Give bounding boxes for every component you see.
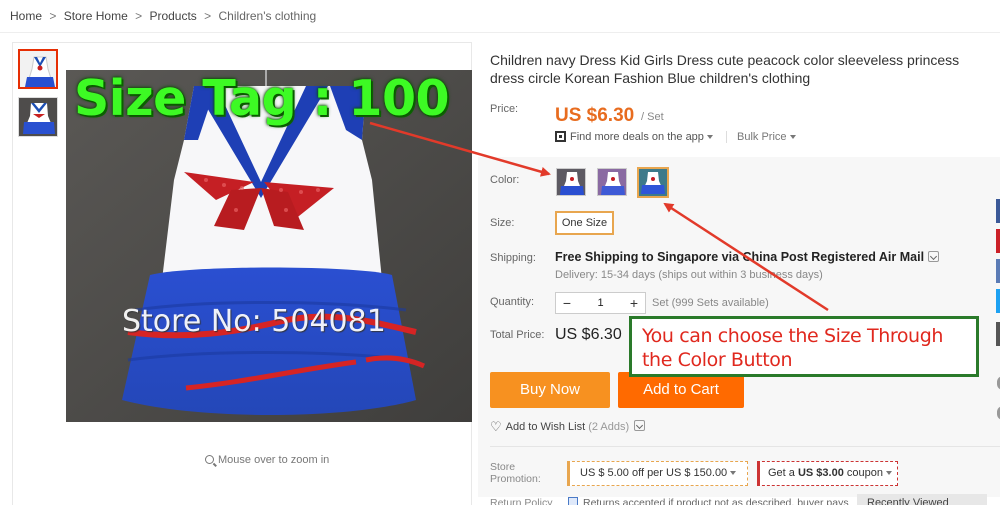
breadcrumb-store-home[interactable]: Store Home: [64, 9, 128, 23]
price-unit: / Set: [641, 111, 664, 123]
size-tag-overlay-text: Size Tag : 100: [74, 70, 450, 127]
swatch-dress-image: [557, 169, 585, 195]
total-price: US $6.30: [555, 326, 622, 343]
coupon-prefix: Get a: [768, 467, 798, 479]
breadcrumb-home[interactable]: Home: [10, 9, 42, 23]
quantity-label: Quantity:: [490, 296, 535, 308]
magnifier-icon: [205, 455, 214, 464]
chevron-down-icon: [730, 471, 737, 475]
size-label: Size:: [490, 217, 515, 229]
chevron-down-icon: [634, 420, 646, 431]
bulk-price-link[interactable]: Bulk Price: [726, 131, 796, 143]
swatch-dress-image: [639, 169, 667, 196]
store-promotion-label-line1: Store: [490, 461, 516, 473]
breadcrumb-current: Children's clothing: [218, 9, 317, 23]
coupon-suffix: coupon: [843, 467, 883, 479]
dress-thumbnail-image: [19, 98, 57, 136]
return-policy: Returns accepted if product not as descr…: [568, 497, 849, 505]
store-discount-promo[interactable]: US $ 5.00 off per US $ 150.00: [567, 461, 748, 486]
bulk-price-text: Bulk Price: [737, 131, 787, 143]
chevron-down-icon: [886, 471, 892, 475]
store-discount-text: US $ 5.00 off per US $ 150.00: [580, 467, 728, 479]
dress-thumbnail-image: [20, 51, 56, 87]
pinterest-share-icon[interactable]: [996, 229, 1000, 253]
share-icon[interactable]: [996, 322, 1000, 346]
section-divider: [490, 446, 1000, 447]
product-title: Children navy Dress Kid Girls Dress cute…: [490, 52, 960, 86]
vk-share-icon[interactable]: [996, 259, 1000, 283]
wishlist-count: (2 Adds): [588, 421, 630, 433]
qr-code-icon: [555, 131, 566, 142]
chevron-down-icon: [789, 135, 796, 139]
chevron-down-icon: [928, 251, 940, 262]
header-divider: [0, 32, 1000, 33]
product-price: US $6.30: [555, 105, 635, 126]
shipping-method-text: Free Shipping to Singapore via China Pos…: [555, 250, 925, 264]
breadcrumb: Home > Store Home > Products > Children'…: [10, 9, 316, 23]
swatch-dress-image: [598, 169, 626, 195]
breadcrumb-products[interactable]: Products: [149, 9, 196, 23]
quantity-decrease-button[interactable]: −: [556, 293, 578, 313]
shipping-label: Shipping:: [490, 252, 536, 264]
breadcrumb-separator: >: [49, 9, 57, 23]
quantity-stepper: − +: [555, 292, 646, 314]
annotation-callout: You can choose the Size Through the Colo…: [629, 316, 979, 377]
zoom-hint-text: Mouse over to zoom in: [218, 454, 330, 466]
color-swatch-3-selected[interactable]: [637, 167, 669, 198]
return-policy-icon: [568, 497, 578, 505]
coupon-promo[interactable]: Get a US $3.00 coupon: [757, 461, 898, 486]
add-to-cart-button[interactable]: Add to Cart: [618, 372, 744, 408]
return-policy-text: Returns accepted if product not as descr…: [583, 497, 849, 505]
chevron-down-icon: [706, 135, 713, 139]
facebook-share-icon[interactable]: [996, 199, 1000, 223]
recently-viewed-tab[interactable]: Recently Viewed: [857, 494, 987, 505]
buy-now-button[interactable]: Buy Now: [490, 372, 610, 408]
store-promotion-label: Store Promotion:: [490, 461, 541, 485]
wishlist-text: Add to Wish List: [505, 421, 586, 433]
breadcrumb-separator: >: [204, 9, 212, 23]
size-option-one-size[interactable]: One Size: [555, 211, 614, 235]
quantity-available: Set (999 Sets available): [652, 297, 769, 309]
breadcrumb-separator: >: [135, 9, 143, 23]
price-label: Price:: [490, 103, 519, 115]
coupon-amount: US $3.00: [797, 467, 844, 479]
delivery-estimate: Delivery: 15-34 days (ships out within 3…: [555, 269, 823, 281]
app-deals-text: Find more deals on the app: [570, 131, 704, 143]
thumbnail-2[interactable]: [18, 97, 58, 137]
store-number-watermark: Store No: 504081: [122, 304, 386, 339]
app-deals-link[interactable]: Find more deals on the app: [555, 131, 713, 143]
shipping-method[interactable]: Free Shipping to Singapore via China Pos…: [555, 250, 940, 264]
color-swatch-2[interactable]: [597, 168, 627, 196]
zoom-hint: Mouse over to zoom in: [205, 454, 329, 466]
add-to-wishlist[interactable]: ♡ Add to Wish List (2 Adds): [490, 419, 646, 435]
color-label: Color:: [490, 174, 520, 186]
color-swatch-1[interactable]: [556, 168, 586, 196]
quantity-increase-button[interactable]: +: [623, 293, 645, 313]
total-price-label: Total Price:: [490, 329, 545, 341]
twitter-share-icon[interactable]: [996, 289, 1000, 313]
heart-icon: ♡: [490, 419, 502, 434]
quantity-input[interactable]: [578, 297, 623, 309]
annotation-text: You can choose the Size Through the Colo…: [642, 325, 943, 371]
store-promotion-label-line2: Promotion:: [490, 473, 541, 485]
thumbnail-1[interactable]: [18, 49, 58, 89]
return-policy-label: Return Policy: [490, 497, 553, 505]
